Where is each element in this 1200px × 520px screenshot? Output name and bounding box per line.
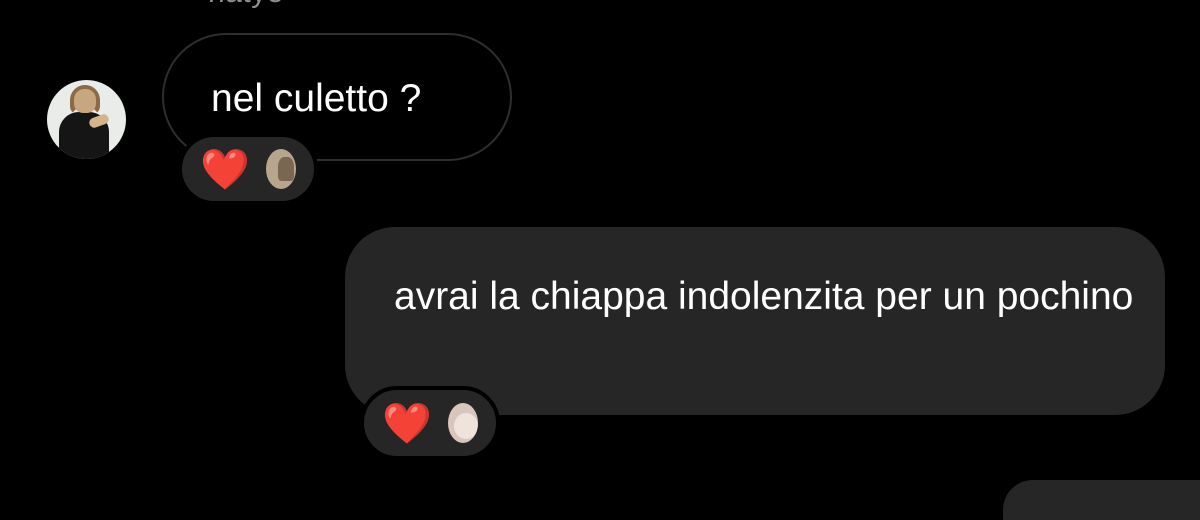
outgoing-message-bubble-partial[interactable] — [1003, 480, 1200, 520]
sender-avatar[interactable] — [47, 80, 126, 159]
message-reactions[interactable]: ❤️ — [360, 386, 500, 460]
message-reactions[interactable]: ❤️ — [178, 133, 318, 205]
heart-reaction-icon: ❤️ — [382, 401, 432, 447]
message-text: nel culetto ? — [211, 77, 422, 120]
message-text: avrai la chiappa indolenzita per un poch… — [394, 275, 1134, 318]
sender-name: natye — [208, 0, 284, 10]
heart-reaction-icon: ❤️ — [200, 147, 250, 193]
reactor-avatar — [447, 403, 478, 443]
reactor-avatar — [265, 149, 296, 189]
